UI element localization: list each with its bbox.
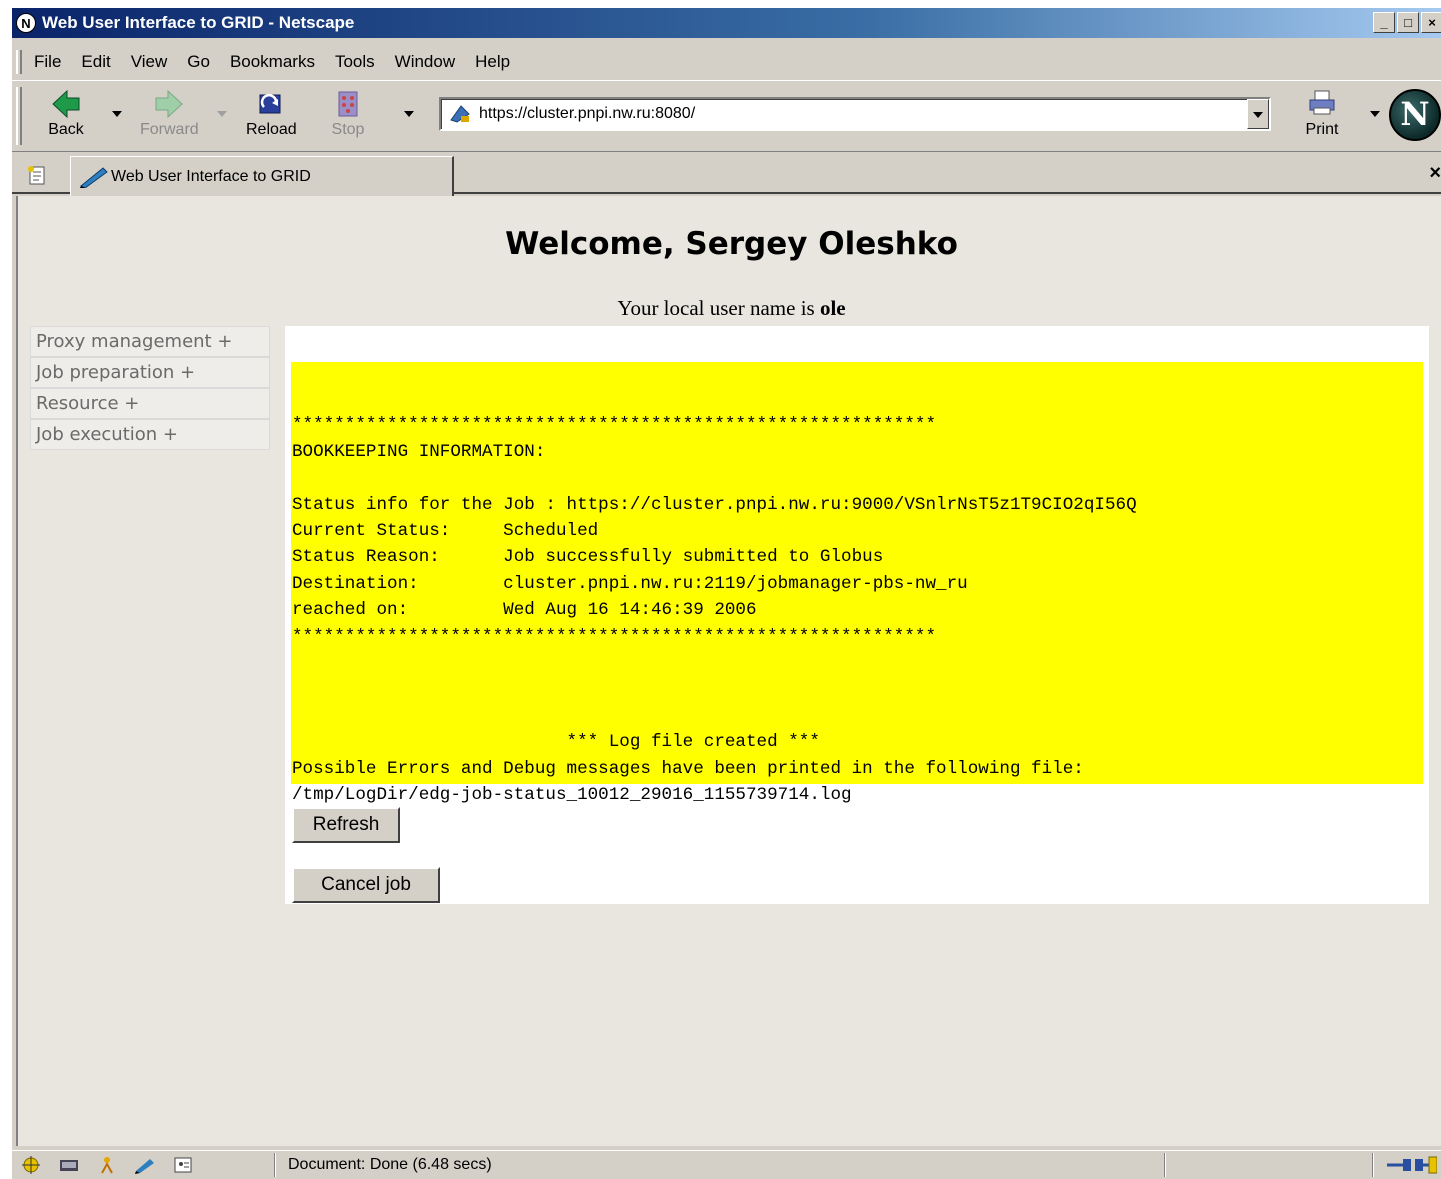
- sidebar-item-resource[interactable]: Resource +: [30, 388, 270, 419]
- stop-dropdown[interactable]: [404, 111, 414, 117]
- tab-strip: Web User Interface to GRID ×: [12, 154, 1441, 196]
- back-arrow-icon: [48, 87, 84, 121]
- maximize-button[interactable]: □: [1397, 12, 1419, 33]
- status-separator: [1164, 1153, 1166, 1177]
- tab-active[interactable]: Web User Interface to GRID: [70, 156, 454, 196]
- forward-history-dropdown[interactable]: [217, 111, 227, 117]
- reload-button[interactable]: Reload: [246, 87, 297, 139]
- navigation-toolbar: Back Forward Reload Stop https://cluster…: [12, 80, 1441, 152]
- instant-messenger-icon[interactable]: [96, 1155, 118, 1175]
- menu-window[interactable]: Window: [385, 52, 465, 72]
- local-user-line: Your local user name is ole: [18, 296, 1441, 321]
- address-book-icon[interactable]: [172, 1155, 194, 1175]
- local-user-prefix: Your local user name is: [617, 296, 815, 320]
- netscape-icon: N: [16, 13, 36, 33]
- mail-icon[interactable]: [58, 1155, 80, 1175]
- status-separator: [274, 1153, 276, 1177]
- sidebar-item-proxy-management[interactable]: Proxy management +: [30, 326, 270, 357]
- forward-button[interactable]: Forward: [140, 87, 199, 139]
- browser-window: N Web User Interface to GRID - Netscape …: [10, 8, 1441, 1179]
- forward-arrow-icon: [151, 87, 187, 121]
- close-tab-icon[interactable]: ×: [1429, 162, 1441, 185]
- menu-go[interactable]: Go: [177, 52, 220, 72]
- reload-icon: [253, 87, 289, 121]
- printer-icon: [1304, 87, 1340, 121]
- menu-bar: File Edit View Go Bookmarks Tools Window…: [12, 48, 1441, 76]
- menu-edit[interactable]: Edit: [71, 52, 120, 72]
- back-history-dropdown[interactable]: [112, 111, 122, 117]
- stop-icon: [330, 87, 366, 121]
- url-input[interactable]: [479, 105, 1249, 123]
- online-status-icon[interactable]: [1385, 1155, 1437, 1175]
- secure-site-icon: [450, 105, 470, 123]
- print-button[interactable]: Print: [1304, 87, 1340, 139]
- navigator-icon[interactable]: [20, 1155, 42, 1175]
- job-status-text: ****************************************…: [292, 415, 1137, 806]
- menu-bookmarks[interactable]: Bookmarks: [220, 52, 325, 72]
- stop-button[interactable]: Stop: [330, 87, 366, 139]
- new-tab-icon[interactable]: [26, 164, 48, 186]
- close-button[interactable]: ×: [1421, 12, 1441, 33]
- window-title: Web User Interface to GRID - Netscape: [42, 13, 355, 32]
- menu-view[interactable]: View: [121, 52, 178, 72]
- back-button[interactable]: Back: [48, 87, 84, 139]
- job-status-output: ****************************************…: [291, 362, 1423, 805]
- sidebar-item-job-execution[interactable]: Job execution +: [30, 419, 270, 450]
- page-title: Welcome, Sergey Oleshko: [505, 226, 958, 262]
- print-dropdown[interactable]: [1370, 111, 1380, 117]
- netscape-logo[interactable]: N: [1389, 89, 1441, 141]
- status-text: Document: Done (6.48 secs): [288, 1156, 492, 1173]
- url-bar[interactable]: [439, 97, 1271, 131]
- minimize-button[interactable]: _: [1373, 12, 1395, 33]
- refresh-button[interactable]: Refresh: [292, 807, 400, 843]
- job-status-panel: ****************************************…: [285, 326, 1429, 904]
- toolbar-grip[interactable]: [16, 87, 22, 145]
- local-user-name: ole: [819, 296, 846, 320]
- sidebar-menu: Proxy management + Job preparation + Res…: [30, 326, 270, 450]
- composer-icon[interactable]: [134, 1155, 156, 1175]
- status-separator: [1372, 1153, 1374, 1177]
- url-dropdown-button[interactable]: [1247, 99, 1269, 129]
- page-pen-icon: [80, 166, 108, 188]
- menu-tools[interactable]: Tools: [325, 52, 385, 72]
- page-content: Welcome, Sergey Oleshko Your local user …: [16, 196, 1441, 1146]
- title-bar[interactable]: N Web User Interface to GRID - Netscape …: [12, 8, 1441, 38]
- menu-help[interactable]: Help: [465, 52, 520, 72]
- menu-file[interactable]: File: [22, 52, 71, 72]
- cancel-job-button[interactable]: Cancel job: [292, 867, 440, 903]
- status-bar: Document: Done (6.48 secs): [12, 1150, 1441, 1179]
- sidebar-item-job-preparation[interactable]: Job preparation +: [30, 357, 270, 388]
